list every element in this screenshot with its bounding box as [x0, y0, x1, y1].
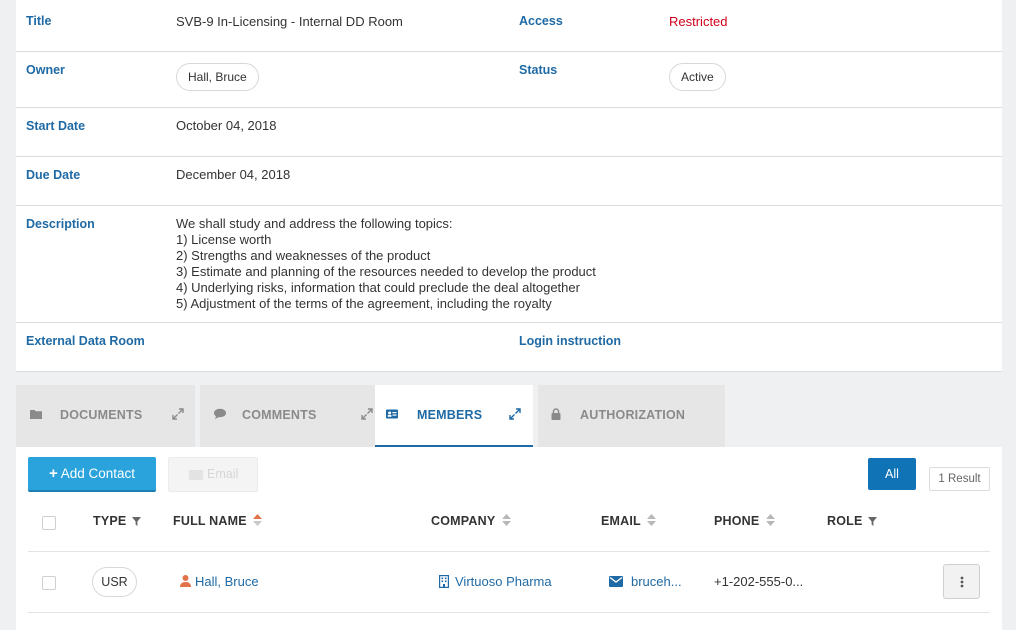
sort-asc-icon[interactable]: [253, 514, 263, 526]
lock-icon: [551, 408, 561, 420]
login-instruction-label: Login instruction: [519, 334, 622, 348]
folder-icon: [30, 410, 42, 419]
tab-comments[interactable]: COMMENTS: [200, 385, 386, 447]
tab-members-label: MEMBERS: [417, 408, 483, 422]
tab-documents-label: DOCUMENTS: [60, 408, 143, 422]
full-name-cell[interactable]: Hall, Bruce: [180, 574, 259, 589]
access-value: Restricted: [669, 14, 728, 29]
start-date-label: Start Date: [26, 119, 86, 133]
add-contact-button[interactable]: + Add Contact: [28, 457, 156, 492]
add-contact-label: Add Contact: [60, 466, 136, 481]
external-data-room-label: External Data Room: [26, 334, 145, 348]
email-cell[interactable]: bruceh...: [609, 574, 682, 589]
header-full-name[interactable]: FULL NAME: [173, 514, 263, 528]
id-card-icon: [386, 409, 398, 419]
description-line: 2) Strengths and weaknesses of the produ…: [176, 248, 431, 263]
title-value: SVB-9 In-Licensing - Internal DD Room: [176, 14, 403, 29]
filter-icon[interactable]: [132, 517, 142, 526]
external-row: External Data Room Login instruction: [16, 323, 1002, 372]
tab-documents[interactable]: DOCUMENTS: [16, 385, 195, 447]
header-email[interactable]: EMAIL: [601, 514, 657, 528]
status-label: Status: [519, 63, 558, 77]
phone-cell: +1-202-555-0...: [714, 574, 804, 589]
description-line: 5) Adjustment of the terms of the agreem…: [176, 296, 552, 311]
full-name-link[interactable]: Hall, Bruce: [195, 574, 259, 589]
divider: [28, 551, 990, 552]
header-company[interactable]: COMPANY: [431, 514, 511, 528]
owner-row: Owner Hall, Bruce Status Active: [16, 52, 1002, 108]
expand-icon[interactable]: [172, 408, 184, 420]
header-type[interactable]: TYPE: [93, 514, 142, 528]
filter-icon[interactable]: [868, 517, 878, 526]
envelope-icon: [189, 470, 203, 480]
email-button-label: Email: [207, 467, 239, 481]
access-label: Access: [519, 14, 563, 28]
description-row: Description We shall study and address t…: [16, 206, 1002, 323]
divider: [28, 612, 990, 613]
description-text: We shall study and address the following…: [176, 216, 596, 312]
header-company-label: COMPANY: [431, 514, 496, 528]
header-role-label: ROLE: [827, 514, 863, 528]
header-phone-label: PHONE: [714, 514, 760, 528]
building-icon: [439, 575, 450, 589]
user-icon: [180, 575, 191, 587]
plus-icon: +: [48, 465, 58, 482]
members-panel: + Add Contact Email All 1 Result TYPE FU…: [16, 447, 1002, 630]
email-link[interactable]: bruceh...: [631, 574, 682, 589]
sort-icon[interactable]: [647, 514, 657, 526]
expand-icon[interactable]: [361, 408, 373, 420]
row-actions-button[interactable]: [943, 564, 980, 599]
owner-label: Owner: [26, 63, 65, 77]
envelope-icon: [609, 576, 623, 587]
company-link[interactable]: Virtuoso Pharma: [455, 574, 552, 589]
select-all-checkbox[interactable]: [42, 516, 56, 530]
due-date-value: December 04, 2018: [176, 167, 291, 182]
due-date-row: Due Date December 04, 2018: [16, 157, 1002, 206]
sort-icon[interactable]: [766, 514, 776, 526]
start-date-row: Start Date October 04, 2018: [16, 108, 1002, 157]
expand-icon[interactable]: [509, 408, 521, 420]
tab-authorization[interactable]: AUTHORIZATION: [538, 385, 725, 447]
header-full-name-label: FULL NAME: [173, 514, 247, 528]
title-row: Title SVB-9 In-Licensing - Internal DD R…: [16, 0, 1002, 52]
title-label: Title: [26, 14, 52, 28]
description-line: 3) Estimate and planning of the resource…: [176, 264, 596, 279]
result-count: 1 Result: [929, 467, 990, 491]
type-badge: USR: [92, 567, 137, 597]
comment-icon: [214, 408, 226, 419]
header-type-label: TYPE: [93, 514, 127, 528]
row-checkbox[interactable]: [42, 576, 56, 590]
description-line: 1) License worth: [176, 232, 272, 247]
description-line: We shall study and address the following…: [176, 216, 453, 231]
header-email-label: EMAIL: [601, 514, 641, 528]
details-card: Title SVB-9 In-Licensing - Internal DD R…: [16, 0, 1002, 372]
header-role[interactable]: ROLE: [827, 514, 878, 528]
email-button[interactable]: Email: [168, 457, 258, 492]
tab-authorization-label: AUTHORIZATION: [580, 408, 686, 422]
tab-members[interactable]: MEMBERS: [375, 385, 533, 447]
filter-all-button[interactable]: All: [868, 458, 916, 490]
tab-comments-label: COMMENTS: [242, 408, 317, 422]
header-phone[interactable]: PHONE: [714, 514, 776, 528]
description-label: Description: [26, 217, 95, 231]
status-badge: Active: [669, 63, 726, 91]
tab-bar: DOCUMENTS COMMENTS MEMBERS AUTHORIZATION: [16, 385, 1002, 447]
company-cell[interactable]: Virtuoso Pharma: [439, 574, 552, 589]
owner-pill[interactable]: Hall, Bruce: [176, 63, 259, 91]
due-date-label: Due Date: [26, 168, 81, 182]
start-date-value: October 04, 2018: [176, 118, 277, 133]
kebab-menu-icon: [960, 576, 964, 588]
sort-icon[interactable]: [501, 514, 511, 526]
description-line: 4) Underlying risks, information that co…: [176, 280, 580, 295]
